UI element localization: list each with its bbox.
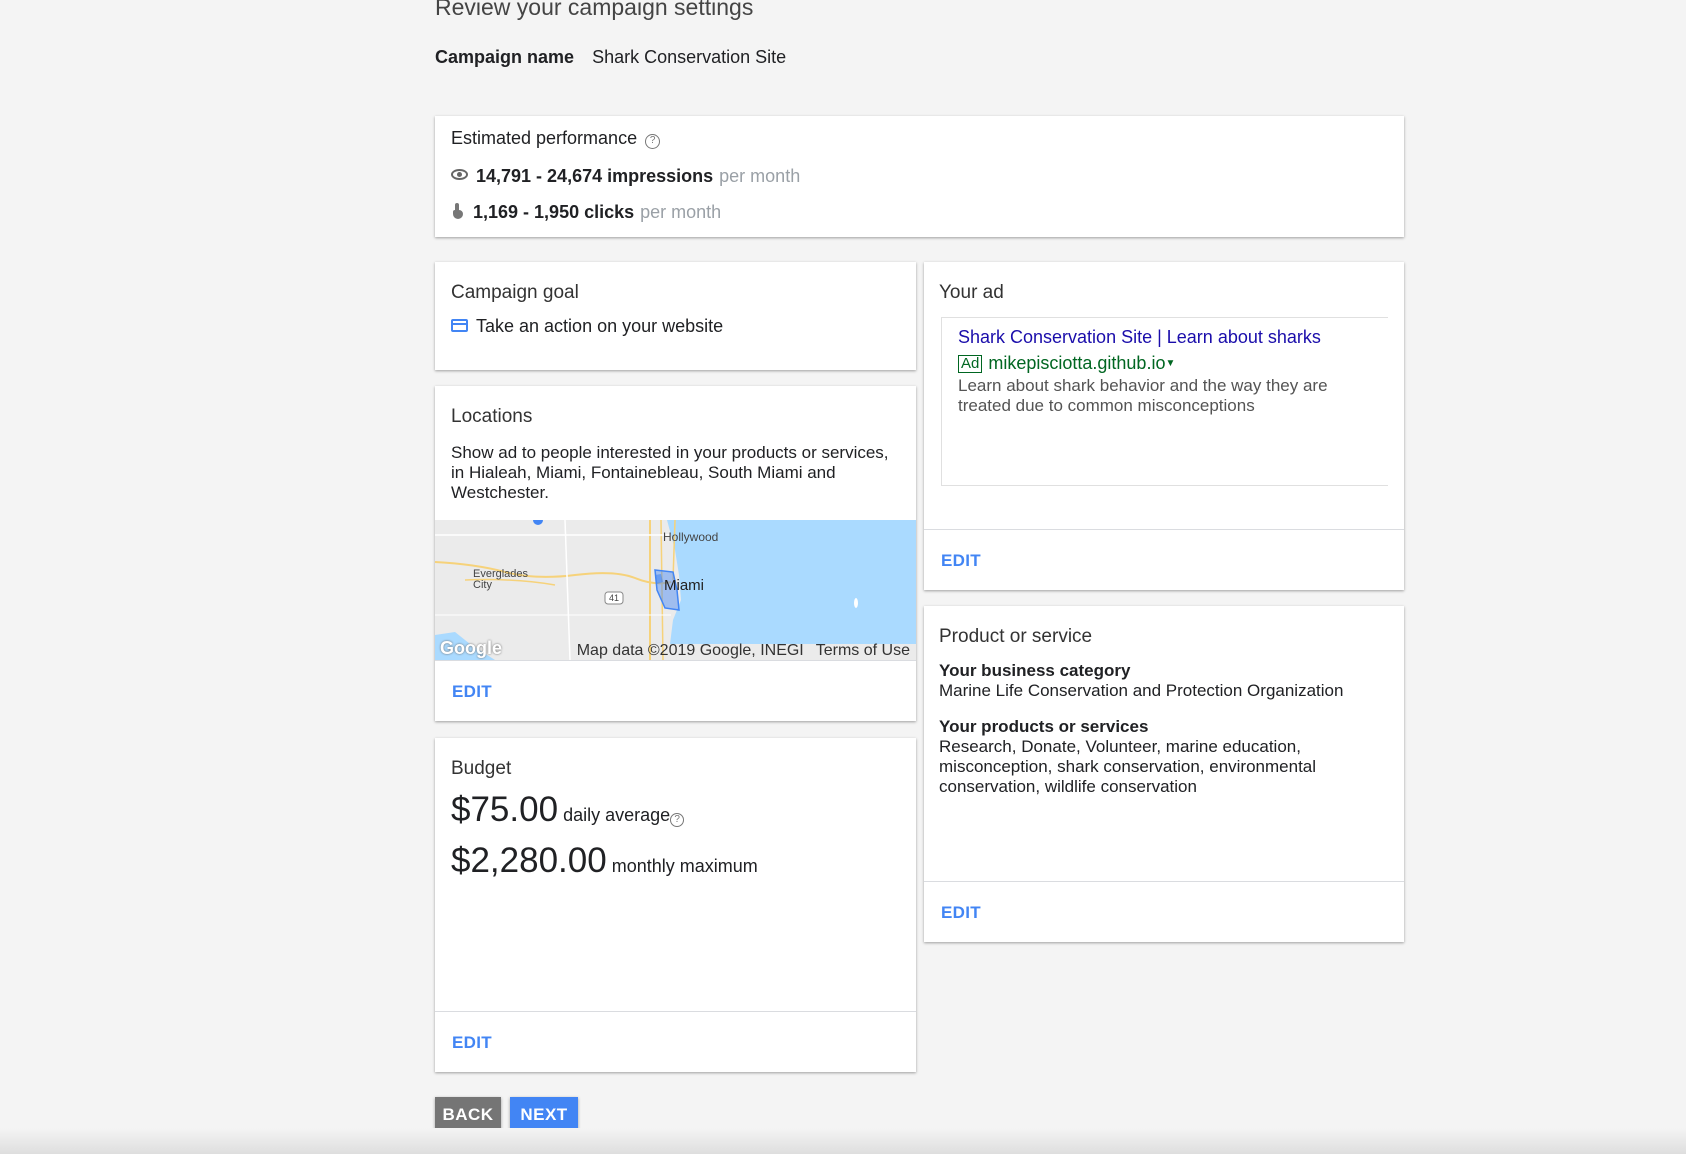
ad-preview: Shark Conservation Site | Learn about sh… — [941, 317, 1388, 486]
campaign-name-label: Campaign name — [435, 47, 575, 67]
impressions-period: per month — [719, 166, 801, 186]
ad-display-url: Ad mikepisciotta.github.io▼ — [958, 353, 1175, 374]
web-page-icon — [451, 319, 468, 332]
locations-edit-link[interactable]: EDIT — [452, 682, 492, 702]
daily-budget-amount: $75.00 — [451, 790, 559, 829]
products-services-block: Your products or services Research, Dona… — [939, 717, 1394, 797]
map-data-credit: Map data ©2019 Google, INEGI — [576, 642, 804, 659]
campaign-goal-card: Campaign goal Take an action on your web… — [435, 262, 916, 370]
caret-down-icon: ▼ — [1165, 358, 1176, 369]
business-category-value: Marine Life Conservation and Protection … — [939, 681, 1344, 700]
products-services-heading: Your products or services — [939, 717, 1149, 736]
impressions-value: 14,791 - 24,674 impressions — [476, 166, 714, 186]
campaign-name-row: Campaign name Shark Conservation Site — [435, 47, 786, 68]
your-ad-card: Your ad Shark Conservation Site | Learn … — [924, 262, 1404, 590]
eye-icon — [451, 169, 468, 180]
clicks-row: 1,169 - 1,950 clicks per month — [451, 202, 721, 223]
clicks-period: per month — [640, 202, 722, 222]
locations-card: Locations Show ad to people interested i… — [435, 386, 916, 721]
daily-budget-row: $75.00 daily average? — [451, 790, 685, 830]
map-label-everglades: Everglades City — [473, 568, 529, 591]
business-category-block: Your business category Marine Life Conse… — [939, 661, 1394, 701]
your-ad-footer: EDIT — [924, 529, 1404, 590]
budget-card: Budget $75.00 daily average? $2,280.00 mon… — [435, 738, 916, 1072]
product-service-title: Product or service — [939, 626, 1093, 647]
locations-description: Show ad to people interested in your pro… — [451, 443, 889, 502]
map-label-miami: Miami — [664, 577, 704, 594]
ad-url-text: mikepisciotta.github.io — [988, 353, 1166, 373]
product-edit-link[interactable]: EDIT — [941, 903, 981, 923]
pointer-hand-icon — [451, 203, 465, 220]
help-circle-icon[interactable]: ? — [645, 134, 661, 149]
daily-budget-label: daily average — [563, 805, 671, 825]
estimated-performance-title: Estimated performance? — [451, 128, 661, 149]
page-bottom-shadow — [0, 1128, 1686, 1154]
business-category-heading: Your business category — [939, 661, 1131, 680]
products-services-value: Research, Donate, Volunteer, marine educ… — [939, 737, 1317, 796]
ad-edit-link[interactable]: EDIT — [941, 551, 981, 571]
locations-footer: EDIT — [435, 660, 916, 721]
impressions-row: 14,791 - 24,674 impressions per month — [451, 166, 800, 187]
locations-map[interactable]: Hollywood Miami Everglades City 41 Googl… — [435, 520, 916, 660]
product-service-card: Product or service Your business categor… — [924, 606, 1404, 942]
product-service-footer: EDIT — [924, 881, 1404, 942]
page-title: Review your campaign settings — [435, 0, 754, 20]
your-ad-title: Your ad — [939, 282, 1004, 303]
budget-edit-link[interactable]: EDIT — [452, 1033, 492, 1053]
help-circle-icon[interactable]: ? — [670, 813, 685, 827]
monthly-budget-amount: $2,280.00 — [451, 841, 607, 880]
locations-title: Locations — [451, 406, 533, 427]
map-label-route-41: 41 — [609, 593, 620, 603]
map-credit: Map data ©2019 Google, INEGI Terms of Use — [565, 642, 910, 660]
monthly-budget-label: monthly maximum — [611, 856, 758, 876]
campaign-name-value: Shark Conservation Site — [592, 47, 787, 67]
ad-headline[interactable]: Shark Conservation Site | Learn about sh… — [958, 327, 1321, 348]
google-map-logo: Google — [440, 638, 502, 658]
budget-title: Budget — [451, 758, 512, 779]
clicks-value: 1,169 - 1,950 clicks — [473, 202, 635, 222]
campaign-goal-title: Campaign goal — [451, 282, 579, 303]
ad-description: Learn about shark behavior and the way t… — [958, 376, 1328, 415]
ad-badge: Ad — [958, 355, 983, 373]
map-terms-link[interactable]: Terms of Use — [816, 642, 910, 659]
campaign-goal-text: Take an action on your website — [476, 316, 724, 336]
estimated-performance-title-text: Estimated performance — [451, 128, 638, 148]
monthly-budget-row: $2,280.00 monthly maximum — [451, 841, 758, 881]
campaign-goal-value: Take an action on your website — [451, 316, 723, 337]
budget-footer: EDIT — [435, 1011, 916, 1072]
map-label-hollywood: Hollywood — [663, 530, 719, 544]
